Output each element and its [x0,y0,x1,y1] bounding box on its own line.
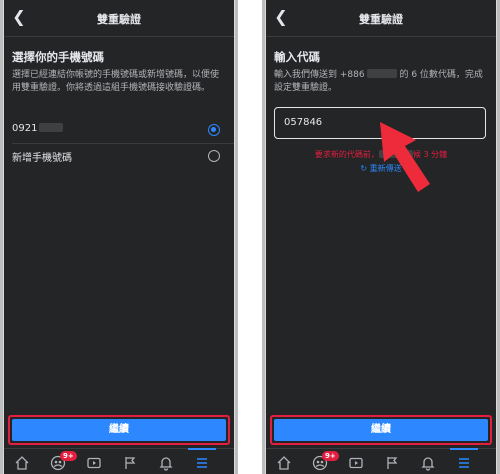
phone-option-existing[interactable]: 0921 [4,118,234,142]
section-heading: 選擇你的手機號碼 [12,50,104,64]
menu-icon [197,458,207,468]
bell-icon [421,457,435,471]
phone-bezel [235,0,238,474]
screen-choose-phone: ❮ 雙重驗證 選擇你的手機號碼 選擇已經連結你帳號的手機號碼或新增號碼，以便使用… [4,0,234,474]
redacted-block [39,123,64,132]
header: ❮ 雙重驗證 [266,0,496,36]
section-description: 輸入我們傳送到 +886 的 6 位數代碼，完成設定雙重驗證。 [274,69,483,93]
bell-icon [159,457,173,471]
tab-video[interactable] [338,449,374,474]
tab-groups[interactable]: 9+ [40,449,77,474]
continue-button[interactable]: 繼續 [12,419,226,441]
bottom-tab-bar: 9+ [266,448,496,474]
bottom-tab-bar: 9+ [4,448,234,474]
section-description: 選擇已經連結你帳號的手機號碼或新增號碼，以便使用雙重驗證。你將透過這組手機號碼接… [12,70,220,93]
tab-video[interactable] [76,449,112,474]
page-title: 雙重驗證 [97,13,141,26]
tab-notifications[interactable] [410,449,446,474]
header-divider [4,36,234,37]
tab-notifications[interactable] [148,449,184,474]
header: ❮ 雙重驗證 [4,0,234,36]
page-title: 雙重驗證 [359,13,403,26]
tab-pages[interactable] [112,449,148,474]
refresh-icon: ↻ [360,164,368,173]
continue-highlight: 繼續 [270,415,492,445]
tab-groups[interactable]: 9+ [302,449,339,474]
tab-pages[interactable] [374,449,410,474]
phone-bezel [0,0,3,474]
flag-icon [387,457,398,469]
phone-right: ❮ 雙重驗證 輸入代碼 輸入我們傳送到 +886 的 6 位數代碼，完成設定雙重… [262,0,500,474]
add-phone-label: 新增手機號碼 [12,153,72,164]
screen-enter-code: ❮ 雙重驗證 輸入代碼 輸入我們傳送到 +886 的 6 位數代碼，完成設定雙重… [266,0,496,474]
home-icon [277,456,291,470]
redacted-block [366,69,397,78]
flag-icon [125,457,136,469]
notification-badge: 9+ [60,451,77,461]
annotation-arrow-icon [380,122,430,192]
tab-menu[interactable] [184,448,220,474]
menu-icon [459,458,469,468]
tab-home[interactable] [4,449,40,474]
phone-option-label: 0921 [12,123,64,134]
notification-badge: 9+ [322,451,339,461]
section-heading: 輸入代碼 [274,50,320,64]
continue-button[interactable]: 繼續 [274,419,488,441]
radio-unselected[interactable] [208,150,220,162]
phone-left: ❮ 雙重驗證 選擇你的手機號碼 選擇已經連結你帳號的手機號碼或新增號碼，以便使用… [0,0,238,474]
phone-option-add[interactable]: 新增手機號碼 [4,144,234,168]
screenshot-stage: ❮ 雙重驗證 選擇你的手機號碼 選擇已經連結你帳號的手機號碼或新增號碼，以便使用… [0,0,500,474]
continue-highlight: 繼續 [8,415,230,445]
home-icon [15,456,29,470]
radio-selected[interactable] [208,124,220,136]
header-divider [266,36,496,37]
video-icon [349,457,363,469]
video-icon [87,457,101,469]
tab-menu[interactable] [446,448,482,474]
tab-home[interactable] [266,449,302,474]
phone-bezel [262,0,265,474]
